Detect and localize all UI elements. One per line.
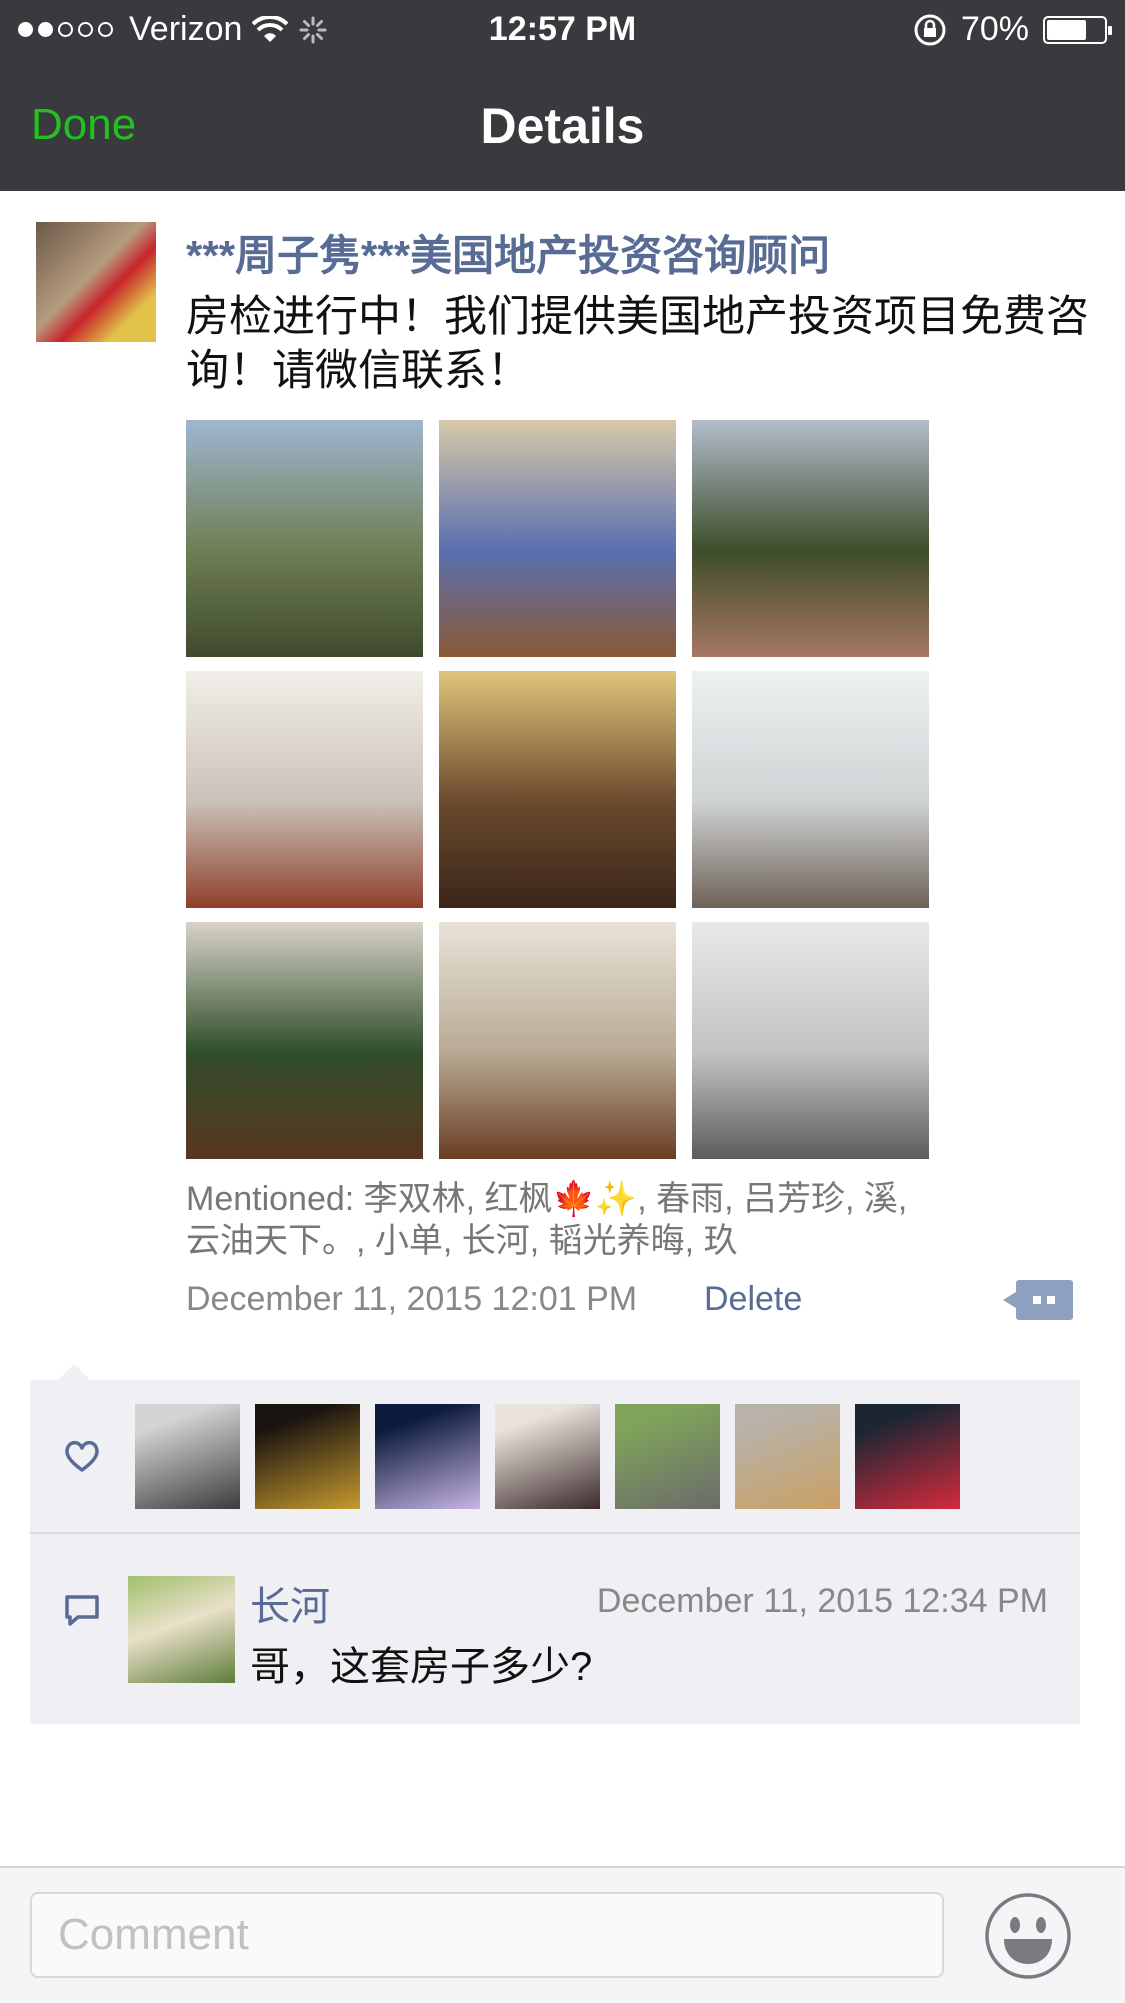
comment-timestamp: December 11, 2015 12:34 PM xyxy=(596,1582,1048,1620)
liker-avatar[interactable] xyxy=(135,1404,240,1509)
post-photo[interactable] xyxy=(692,922,929,1159)
status-right: 70% xyxy=(913,10,1112,49)
comment-input[interactable] xyxy=(30,1892,944,1978)
author-name[interactable]: ***周子隽***美国地产投资咨询顾问 xyxy=(186,222,830,283)
orientation-lock-icon xyxy=(914,14,946,45)
battery-percent: 70% xyxy=(960,10,1029,48)
post-text: 房检进行中！我们提供美国地产投资项目免费咨询！请微信联系！ xyxy=(186,293,1089,395)
post-photo[interactable] xyxy=(692,420,929,657)
page-title: Details xyxy=(480,98,645,154)
post-photo[interactable] xyxy=(439,922,676,1159)
likes-section xyxy=(30,1380,1080,1534)
more-actions-button[interactable] xyxy=(1003,1280,1073,1320)
comments-section: 长河 December 11, 2015 12:34 PM 哥，这套房子多少? xyxy=(30,1534,1080,1724)
comment-bar xyxy=(0,1866,1125,2003)
post-photo[interactable] xyxy=(186,671,423,908)
status-bar: Verizon 12:57 PM 70% xyxy=(0,0,1125,62)
delete-button[interactable]: Delete xyxy=(704,1280,802,1319)
liker-avatar[interactable] xyxy=(255,1404,360,1509)
post-timestamp: December 11, 2015 12:01 PM xyxy=(186,1280,638,1318)
liker-avatar[interactable] xyxy=(375,1404,480,1509)
comment-avatar[interactable] xyxy=(128,1576,235,1683)
heart-icon xyxy=(65,1440,99,1472)
top-bar: Verizon 12:57 PM 70% Done Details xyxy=(0,0,1125,191)
post-photo[interactable] xyxy=(439,420,676,657)
liker-avatar[interactable] xyxy=(735,1404,840,1509)
author-avatar[interactable] xyxy=(36,222,156,342)
liker-avatar[interactable] xyxy=(615,1404,720,1509)
smiley-icon[interactable] xyxy=(984,1892,1072,1980)
photo-grid xyxy=(186,420,929,1159)
post-photo[interactable] xyxy=(692,671,929,908)
battery-icon xyxy=(1043,15,1112,44)
post-photo[interactable] xyxy=(186,420,423,657)
post-photo[interactable] xyxy=(439,671,676,908)
interaction-panel: 长河 December 11, 2015 12:34 PM 哥，这套房子多少? xyxy=(30,1364,1080,1724)
comment-author-name[interactable]: 长河 xyxy=(250,1574,330,1632)
comment-bubble-icon xyxy=(65,1595,99,1626)
liker-avatar[interactable] xyxy=(495,1404,600,1509)
post-photo[interactable] xyxy=(186,922,423,1159)
liker-avatar[interactable] xyxy=(855,1404,960,1509)
mentioned-list: Mentioned: 李双林, 红枫🍁✨, 春雨, 吕芳珍, 溪, 云油天下。,… xyxy=(186,1180,908,1260)
comment-text[interactable]: 哥，这套房子多少? xyxy=(250,1634,592,1692)
